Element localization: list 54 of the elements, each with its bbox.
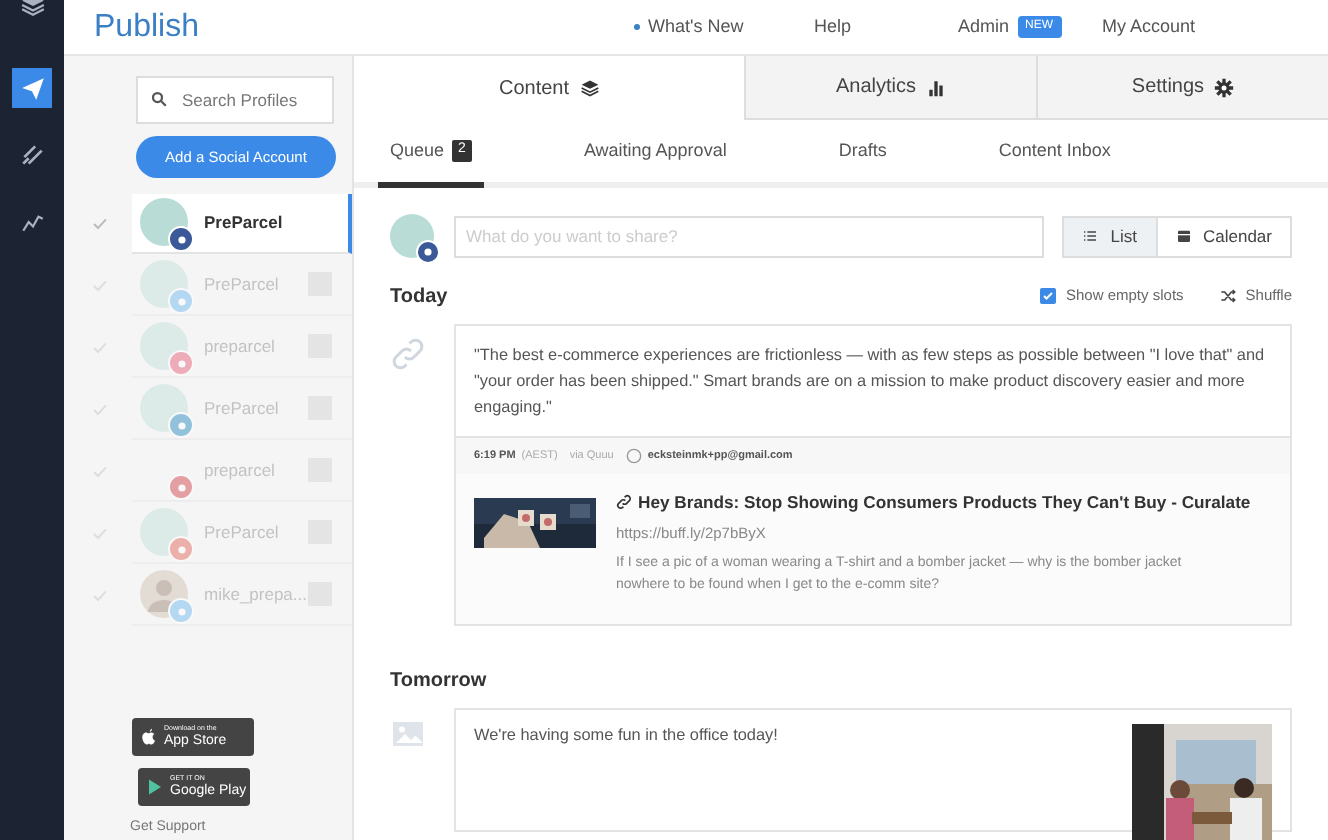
paper-plane-button[interactable] — [12, 68, 52, 108]
shuffle-icon — [1219, 288, 1236, 304]
check-icon — [92, 401, 108, 417]
checkbox[interactable] — [1040, 288, 1056, 304]
tab-label: Content Inbox — [998, 137, 1111, 164]
search-field[interactable]: Search Profiles — [136, 76, 334, 124]
tab[interactable]: Analytics — [744, 56, 1036, 120]
day-heading: Tomorrow — [390, 667, 489, 696]
sub-tab[interactable]: Content Inbox — [986, 120, 1123, 188]
nav-label: My Account — [1102, 13, 1196, 40]
profile-item[interactable]: PreParcel — [132, 193, 352, 253]
search-icon — [150, 90, 168, 108]
play-icon — [146, 778, 164, 796]
check-icon — [92, 277, 108, 293]
avatar — [390, 214, 434, 258]
nav-link[interactable]: Help — [814, 13, 958, 41]
profile-name: PreParcel — [204, 209, 285, 235]
check-icon — [92, 463, 108, 479]
nav-label: Admin — [958, 13, 1010, 40]
view-label: Calendar — [1203, 223, 1272, 249]
view-toggle[interactable]: List — [1064, 217, 1155, 255]
tab-label: Analytics — [835, 74, 916, 102]
nav-label: Help — [814, 13, 852, 40]
tab-label: Content — [498, 75, 570, 103]
apple-icon — [140, 728, 158, 746]
link-icon — [390, 336, 426, 372]
paper-plane-icon — [19, 75, 45, 101]
check-icon — [92, 525, 108, 541]
tab-label: Queue — [390, 137, 445, 164]
tab-label: Settings — [1131, 74, 1205, 102]
day-heading: Today — [390, 283, 450, 311]
check-icon — [92, 339, 108, 355]
settings-icon — [1214, 77, 1235, 97]
bar-chart-icon — [926, 77, 946, 97]
page-title: Publish — [94, 7, 201, 47]
link-icon — [616, 494, 632, 511]
tab[interactable]: Settings — [1036, 56, 1328, 120]
calendar-icon — [1175, 228, 1191, 244]
slashes-icon — [19, 141, 45, 167]
layers-icon — [579, 78, 600, 98]
tab-label: Awaiting Approval — [583, 137, 727, 164]
list-icon — [1082, 228, 1099, 244]
nav-link[interactable]: My Account — [1102, 13, 1246, 41]
nav-label: What's New — [648, 13, 744, 40]
check-icon — [92, 587, 108, 603]
sub-tab[interactable]: Awaiting Approval — [571, 120, 739, 188]
check-icon — [92, 215, 108, 231]
link-title: Hey Brands: Stop Showing Consumers Products They Can't Buy - Curalate — [638, 490, 1251, 516]
tab-label: Drafts — [838, 137, 887, 164]
view-label: List — [1110, 223, 1137, 249]
user-icon — [625, 448, 642, 464]
post-text: We're having some fun in the office today! — [474, 724, 778, 749]
sub-tab[interactable]: Drafts — [826, 120, 899, 188]
nav-link[interactable]: What's New — [634, 13, 814, 41]
